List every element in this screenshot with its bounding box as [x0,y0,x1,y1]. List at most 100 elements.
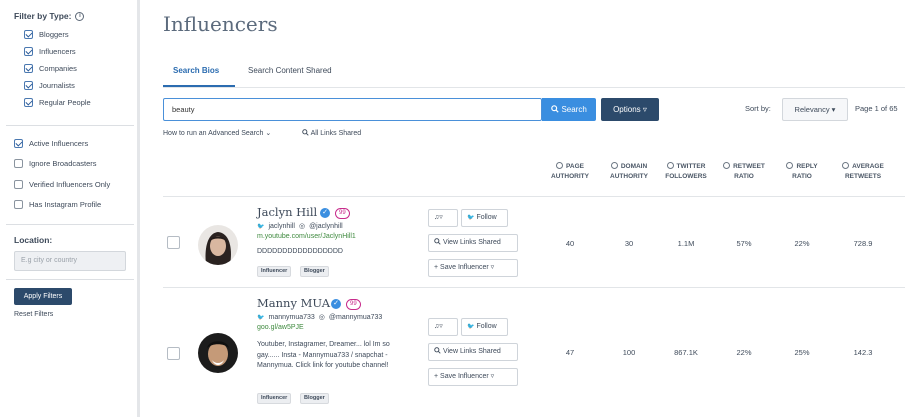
follow-button[interactable]: 🐦 Follow [461,209,508,227]
reset-filters-link[interactable]: Reset Filters [14,311,53,318]
metric-page-authority: 47 [565,348,575,357]
influencer-name[interactable]: Jaclyn Hill [257,205,317,219]
checkbox-label: Has Instagram Profile [29,200,102,209]
checkbox-label: Bloggers [39,30,69,39]
chevron-down-icon: ▿ [439,214,443,221]
checkbox[interactable] [14,159,23,168]
apply-filters-button[interactable]: Apply Filters [14,288,72,305]
view-links-shared-button[interactable]: View Links Shared [428,343,518,361]
page-title: Influencers [163,12,278,36]
chevron-down-icon: ▿ [642,105,647,114]
row-checkbox[interactable] [167,236,180,249]
filter-type-influencers[interactable]: Influencers [24,47,76,56]
col-label: FOLLOWERS [665,173,707,180]
filter-type-bloggers[interactable]: Bloggers [24,30,69,39]
instagram-handle[interactable]: @jaclynhill [309,223,343,230]
checkbox[interactable] [24,81,33,90]
tag-influencer: Influencer [257,266,292,277]
checkbox[interactable] [24,64,33,73]
row-divider [163,196,905,197]
instagram-handle[interactable]: @mannymua733 [329,314,382,321]
view-links-label: View Links Shared [442,239,501,246]
options-button[interactable]: Options ▿ [601,98,659,121]
filter-has-instagram[interactable]: Has Instagram Profile [14,200,101,209]
avatar[interactable] [198,225,238,265]
chevron-down-icon: ▿ [439,323,443,330]
filter-type-companies[interactable]: Companies [24,64,77,73]
follow-button[interactable]: 🐦 Follow [461,318,508,336]
search-button[interactable]: Search [542,98,596,121]
col-domain-authority[interactable]: DOMAIN AUTHORITY [603,162,655,182]
advanced-search-link[interactable]: How to run an Advanced Search ⌄ [163,129,271,137]
twitter-icon: 🐦 [467,324,475,330]
tag-influencer: Influencer [257,393,292,404]
checkbox[interactable] [14,200,23,209]
checkbox[interactable] [24,47,33,56]
row-checkbox[interactable] [167,347,180,360]
pagination-info: Page 1 of 65 [855,104,898,113]
col-label: RETWEET [733,163,765,170]
filter-ignore-broadcasters[interactable]: Ignore Broadcasters [14,159,97,168]
twitter-handle[interactable]: mannymua733 [268,314,314,321]
search-icon [551,105,559,113]
checkbox[interactable] [14,139,23,148]
col-page-authority[interactable]: PAGE AUTHORITY [545,162,595,182]
checkbox[interactable] [14,180,23,189]
checkbox[interactable] [24,98,33,107]
influencer-url[interactable]: m.youtube.com/user/JaclynHill1 [257,233,356,240]
notify-dropdown-button[interactable]: ♫▿ [428,318,458,336]
influencer-bio: DDDDDDDDDDDDDDDDD [257,248,343,255]
influencer-name[interactable]: Manny MUA [257,296,330,310]
col-label: DOMAIN [620,163,648,170]
twitter-icon: 🐦 [467,215,475,221]
sort-select[interactable]: Relevancy ▾ [782,98,848,121]
influencer-handles: 🐦 mannymua733 ◎ @mannymua733 [257,313,382,322]
filter-active-influencers[interactable]: Active Influencers [14,139,88,148]
filter-sidebar: Filter by Type: i Bloggers Influencers C… [0,0,140,417]
metric-twitter-followers: 867.1K [674,348,698,357]
notify-dropdown-button[interactable]: ♫▿ [428,209,458,227]
col-average-retweets[interactable]: AVERAGE RETWEETS [834,162,892,182]
col-reply-ratio[interactable]: REPLY RATIO [779,162,825,182]
search-input[interactable]: beauty [163,98,542,121]
info-icon[interactable]: i [75,11,85,21]
filter-verified-only[interactable]: Verified Influencers Only [14,180,110,189]
options-button-label: Options [613,105,641,114]
col-label: PAGE [566,163,584,170]
metric-page-authority: 40 [565,239,575,248]
metric-retweet-ratio: 57% [736,239,752,248]
filter-type-journalists[interactable]: Journalists [24,81,75,90]
all-links-shared-link[interactable]: All Links Shared [302,129,361,137]
chevron-down-icon: ▿ [490,264,495,271]
checkbox[interactable] [24,30,33,39]
save-influencer-button[interactable]: + Save Influencer ▿ [428,259,518,277]
checkbox-label: Ignore Broadcasters [29,159,97,168]
view-links-label: View Links Shared [442,348,501,355]
info-icon [666,162,674,169]
checkbox-label: Influencers [39,47,76,56]
checkbox-label: Journalists [39,81,75,90]
tab-search-bios[interactable]: Search Bios [173,66,219,75]
verified-icon: ✓ [320,208,330,218]
follow-label: Follow [476,323,497,330]
plus-icon: + [434,373,439,380]
avatar-image [198,225,238,265]
location-input[interactable]: E.g city or country [14,251,126,271]
view-links-shared-button[interactable]: View Links Shared [428,234,518,252]
avatar[interactable] [198,333,238,373]
sidebar-divider [6,279,134,280]
influencer-score-badge: 99 [335,208,350,219]
metric-reply-ratio: 25% [794,348,810,357]
tab-search-content-shared[interactable]: Search Content Shared [248,66,332,75]
info-icon [786,162,794,169]
tag-blogger: Blogger [300,266,329,277]
influencer-url[interactable]: goo.gl/aw5PJE [257,324,304,331]
col-retweet-ratio[interactable]: RETWEET RATIO [719,162,769,182]
filter-type-regular-people[interactable]: Regular People [24,98,91,107]
twitter-handle[interactable]: jaclynhill [268,223,294,230]
avatar-image [198,333,238,373]
save-influencer-button[interactable]: + Save Influencer ▿ [428,368,518,386]
influencer-score-badge: 99 [346,299,361,310]
col-twitter-followers[interactable]: TWITTER FOLLOWERS [660,162,712,182]
checkbox-label: Regular People [39,98,91,107]
